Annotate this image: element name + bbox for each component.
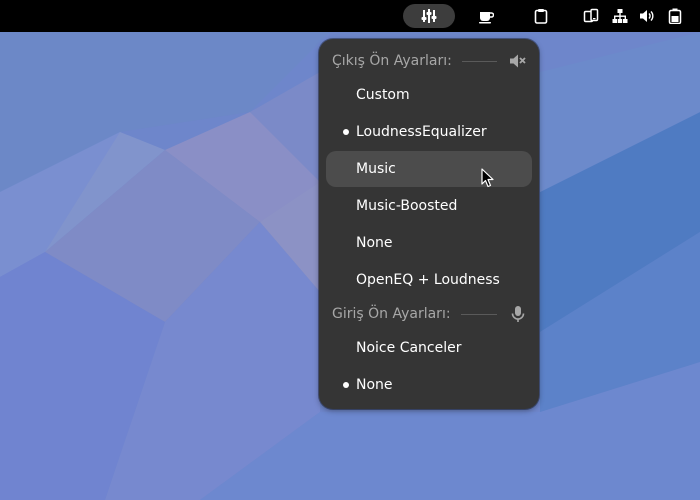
mouse-pointer-icon (481, 168, 494, 188)
section-divider (460, 313, 497, 315)
preset-label: Music (356, 161, 396, 177)
input-presets-title: Giriş Ön Ayarları: (332, 306, 451, 322)
equalizer-presets-menu: Çıkış Ön Ayarları: Custom LoudnessEquali… (319, 39, 539, 409)
section-divider (461, 60, 497, 62)
output-presets-header: Çıkış Ön Ayarları: (319, 46, 539, 76)
equalizer-indicator[interactable] (403, 4, 455, 28)
network-indicator[interactable] (609, 4, 631, 28)
output-preset-item[interactable]: OpenEQ + Loudness (326, 262, 532, 298)
preset-label: LoudnessEqualizer (356, 124, 487, 140)
selected-dot-icon (343, 382, 349, 388)
output-preset-item[interactable]: Custom (326, 77, 532, 113)
output-preset-item[interactable]: Music-Boosted (326, 188, 532, 224)
input-preset-item[interactable]: None (326, 367, 532, 403)
input-presets-header: Giriş Ön Ayarları: (319, 299, 539, 329)
preset-label: Custom (356, 87, 410, 103)
top-bar (0, 0, 700, 32)
output-presets-title: Çıkış Ön Ayarları: (332, 53, 452, 69)
coffee-cup-icon (479, 12, 494, 24)
preset-label: Music-Boosted (356, 198, 458, 214)
preset-label: OpenEQ + Loudness (356, 272, 500, 288)
display-phone-icon (583, 8, 599, 23)
equalizer-icon (421, 9, 437, 23)
selected-dot-icon (343, 129, 349, 135)
output-preset-item[interactable]: Music (326, 151, 532, 187)
input-preset-item[interactable]: Noice Canceler (326, 330, 532, 366)
output-preset-item[interactable]: LoudnessEqualizer (326, 114, 532, 150)
volume-icon (640, 10, 654, 22)
clipboard-indicator[interactable] (529, 4, 553, 28)
volume-indicator[interactable] (636, 4, 658, 28)
battery-indicator[interactable] (664, 4, 686, 28)
speaker-muted-icon (507, 50, 529, 72)
caffeine-indicator[interactable] (474, 4, 498, 28)
battery-icon (668, 8, 682, 24)
network-icon (612, 9, 628, 23)
microphone-icon (507, 303, 529, 325)
preset-label: None (356, 377, 393, 393)
clipboard-icon (534, 9, 548, 24)
device-connect-indicator[interactable] (580, 4, 602, 28)
preset-label: Noice Canceler (356, 340, 462, 356)
output-preset-item[interactable]: None (326, 225, 532, 261)
preset-label: None (356, 235, 393, 251)
